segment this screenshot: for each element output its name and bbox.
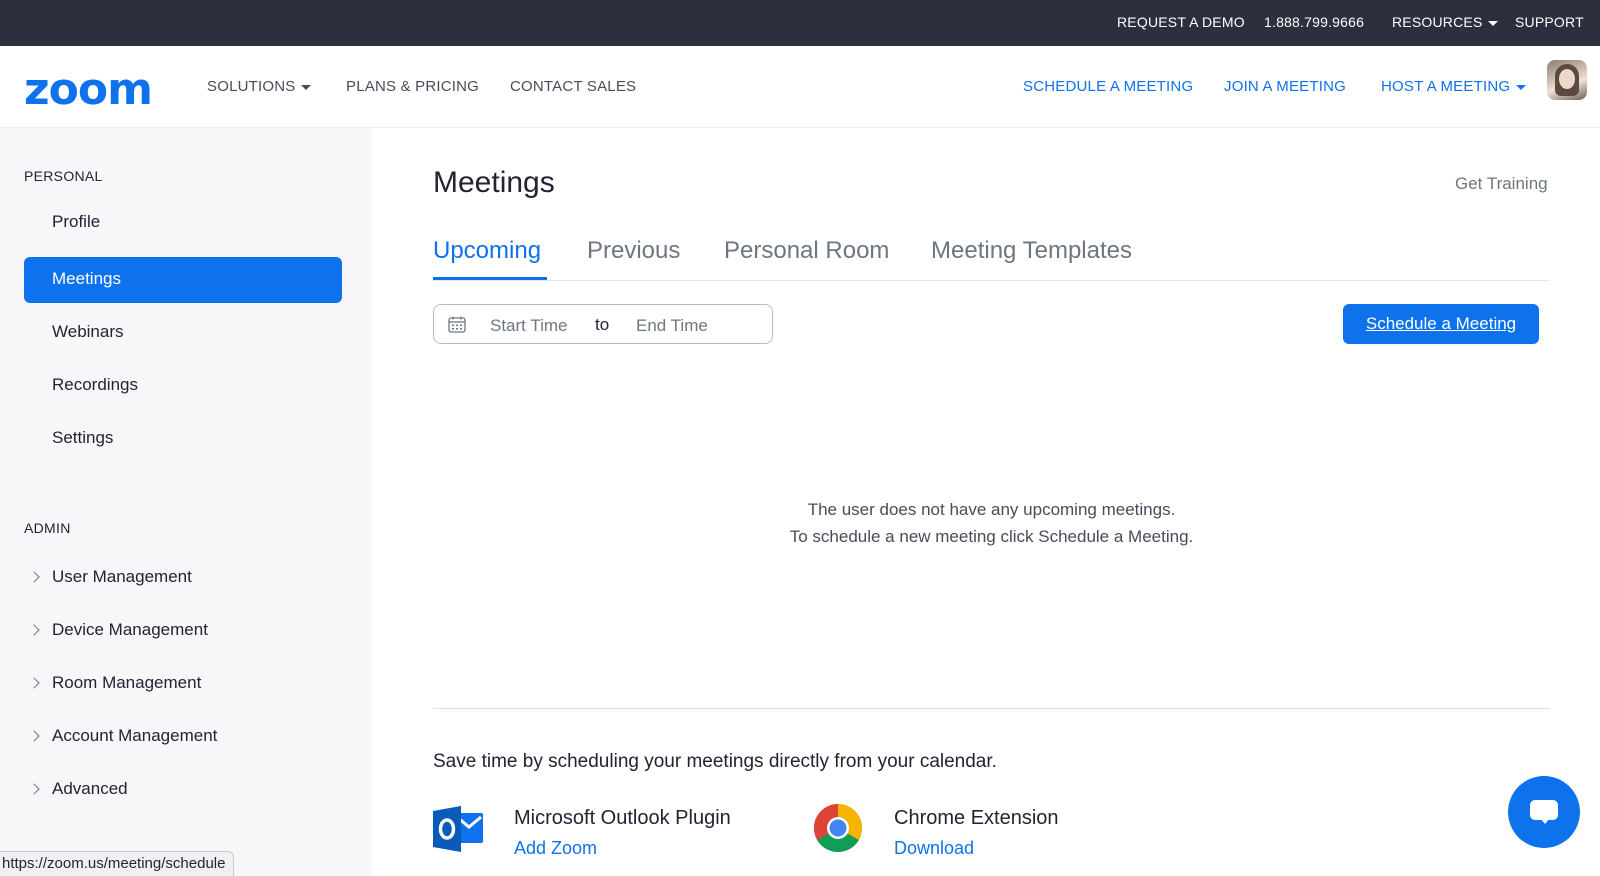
solutions-label: SOLUTIONS xyxy=(207,78,296,95)
tab-upcoming[interactable]: Upcoming xyxy=(433,237,541,265)
avatar-face xyxy=(1559,69,1575,89)
request-demo-link[interactable]: REQUEST A DEMO xyxy=(1117,14,1245,30)
chat-support-button[interactable] xyxy=(1508,776,1580,848)
download-link[interactable]: Download xyxy=(894,838,974,859)
sidebar-item-profile[interactable]: Profile xyxy=(24,200,342,246)
tabs-divider xyxy=(433,280,1550,281)
sidebar-item-label: Advanced xyxy=(52,779,128,798)
sidebar-item-webinars[interactable]: Webinars xyxy=(24,310,342,356)
chevron-right-icon xyxy=(28,730,40,742)
support-link[interactable]: SUPPORT xyxy=(1515,14,1584,30)
sidebar-item-label: Meetings xyxy=(52,269,121,288)
solutions-menu[interactable]: SOLUTIONS xyxy=(207,78,312,95)
sidebar-item-room-management[interactable]: Room Management xyxy=(24,661,342,707)
avatar[interactable] xyxy=(1547,60,1587,100)
outlook-icon xyxy=(433,806,483,852)
chrome-extension-title: Chrome Extension xyxy=(894,807,1059,829)
caret-down-icon xyxy=(1488,20,1499,26)
resources-menu[interactable]: RESOURCES xyxy=(1392,14,1499,30)
calendar-icon xyxy=(448,316,466,333)
plans-pricing-link[interactable]: PLANS & PRICING xyxy=(346,78,479,95)
empty-state-line-1: The user does not have any upcoming meet… xyxy=(807,500,1176,519)
empty-state-line-2: To schedule a new meeting click Schedule… xyxy=(789,527,1194,546)
sidebar-item-label: Recordings xyxy=(52,375,138,394)
chat-icon xyxy=(1530,800,1558,820)
sidebar-item-settings[interactable]: Settings xyxy=(24,416,342,462)
sidebar-item-label: Settings xyxy=(52,428,114,447)
sidebar-item-label: Webinars xyxy=(52,322,124,341)
chat-icon-tail xyxy=(1540,818,1550,824)
start-time-field[interactable]: Start Time xyxy=(490,316,567,336)
tab-personal-room[interactable]: Personal Room xyxy=(724,237,889,265)
join-meeting-link[interactable]: JOIN A MEETING xyxy=(1224,78,1346,95)
sidebar: PERSONAL Profile Meetings Webinars Recor… xyxy=(0,128,372,876)
date-range-picker[interactable]: Start Time to End Time xyxy=(433,304,773,344)
get-training-link[interactable]: Get Training xyxy=(1455,174,1548,194)
main-navigation: zoom SOLUTIONS PLANS & PRICING CONTACT S… xyxy=(0,46,1600,128)
status-bar-url: https://zoom.us/meeting/schedule xyxy=(0,851,235,876)
chevron-right-icon xyxy=(28,783,40,795)
caret-down-icon xyxy=(1516,84,1527,90)
sidebar-item-label: Account Management xyxy=(52,726,218,745)
personal-heading: PERSONAL xyxy=(24,168,103,184)
sidebar-item-device-management[interactable]: Device Management xyxy=(24,608,342,654)
calendar-integration-prompt: Save time by scheduling your meetings di… xyxy=(433,751,997,772)
top-utility-bar: REQUEST A DEMO 1.888.799.9666 RESOURCES … xyxy=(0,0,1600,46)
sidebar-item-label: Room Management xyxy=(52,673,202,692)
add-zoom-link[interactable]: Add Zoom xyxy=(514,838,597,859)
admin-heading: ADMIN xyxy=(24,520,71,536)
sidebar-item-advanced[interactable]: Advanced xyxy=(24,767,342,813)
schedule-meeting-link[interactable]: SCHEDULE A MEETING xyxy=(1023,78,1193,95)
tab-previous[interactable]: Previous xyxy=(587,237,680,265)
active-tab-indicator xyxy=(433,277,547,280)
phone-link[interactable]: 1.888.799.9666 xyxy=(1264,14,1364,30)
tab-meeting-templates[interactable]: Meeting Templates xyxy=(931,237,1132,265)
resources-label: RESOURCES xyxy=(1392,14,1483,30)
chrome-icon xyxy=(813,804,863,853)
chevron-right-icon xyxy=(28,624,40,636)
section-divider xyxy=(433,708,1550,709)
outlook-plugin-title: Microsoft Outlook Plugin xyxy=(514,807,731,829)
caret-down-icon xyxy=(301,84,312,90)
sidebar-item-account-management[interactable]: Account Management xyxy=(24,714,342,760)
sidebar-item-user-management[interactable]: User Management xyxy=(24,555,342,601)
chevron-right-icon xyxy=(28,677,40,689)
zoom-logo[interactable]: zoom xyxy=(24,68,153,112)
page-title: Meetings xyxy=(433,166,555,199)
host-meeting-label: HOST A MEETING xyxy=(1381,78,1511,95)
contact-sales-link[interactable]: CONTACT SALES xyxy=(510,78,636,95)
sidebar-item-label: Device Management xyxy=(52,620,208,639)
sidebar-item-label: Profile xyxy=(52,212,101,231)
chevron-right-icon xyxy=(28,571,40,583)
date-range-separator: to xyxy=(595,315,610,334)
end-time-field[interactable]: End Time xyxy=(636,316,708,336)
sidebar-item-label: User Management xyxy=(52,567,192,586)
sidebar-item-meetings[interactable]: Meetings xyxy=(24,257,342,303)
sidebar-item-recordings[interactable]: Recordings xyxy=(24,363,342,409)
host-meeting-menu[interactable]: HOST A MEETING xyxy=(1381,78,1527,95)
schedule-meeting-button[interactable]: Schedule a Meeting xyxy=(1343,304,1539,344)
